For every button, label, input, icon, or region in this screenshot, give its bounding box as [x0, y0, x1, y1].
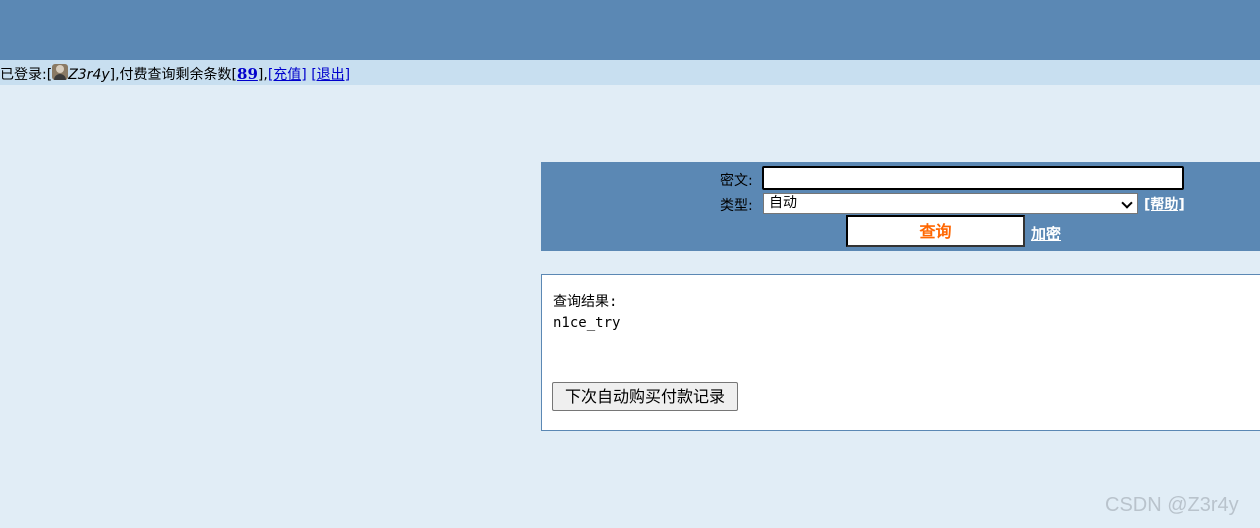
logout-link[interactable]: [退出] [311, 67, 350, 83]
remaining-count-link[interactable]: 89 [237, 65, 258, 83]
user-avatar-icon [52, 64, 69, 80]
username: Z3r4y [68, 67, 110, 83]
query-button[interactable]: 查询 [846, 215, 1025, 247]
encrypt-link[interactable]: 加密 [1031, 223, 1061, 244]
type-label: 类型: [720, 198, 753, 214]
count-suffix: ], [257, 67, 268, 83]
help-link[interactable]: [帮助] [1144, 194, 1185, 214]
login-status-bar: 已登录:[ Z3r4y],付费查询剩余条数[89],[充值] [退出] [0, 60, 1260, 85]
auto-buy-payment-record-button[interactable]: 下次自动购买付款记录 [552, 382, 738, 411]
ciphertext-input[interactable] [762, 166, 1184, 190]
csdn-watermark: CSDN @Z3r4y [1105, 494, 1239, 516]
logged-in-prefix: 已登录:[ [0, 67, 53, 83]
result-box: 查询结果: n1ce_try 下次自动购买付款记录 [541, 274, 1260, 431]
query-panel: 密文: 类型: 自动 [帮助] 查询 加密 [541, 162, 1260, 251]
recharge-link[interactable]: [充值] [268, 67, 307, 83]
result-title: 查询结果: [553, 294, 618, 310]
result-value: n1ce_try [553, 315, 621, 331]
type-selected-value: 自动 [769, 195, 797, 211]
top-banner [0, 0, 1260, 60]
remaining-label: ],付费查询剩余条数[ [109, 67, 238, 83]
ciphertext-label: 密文: [720, 173, 753, 189]
type-select[interactable]: 自动 [763, 193, 1138, 214]
chevron-down-icon [1121, 197, 1133, 209]
